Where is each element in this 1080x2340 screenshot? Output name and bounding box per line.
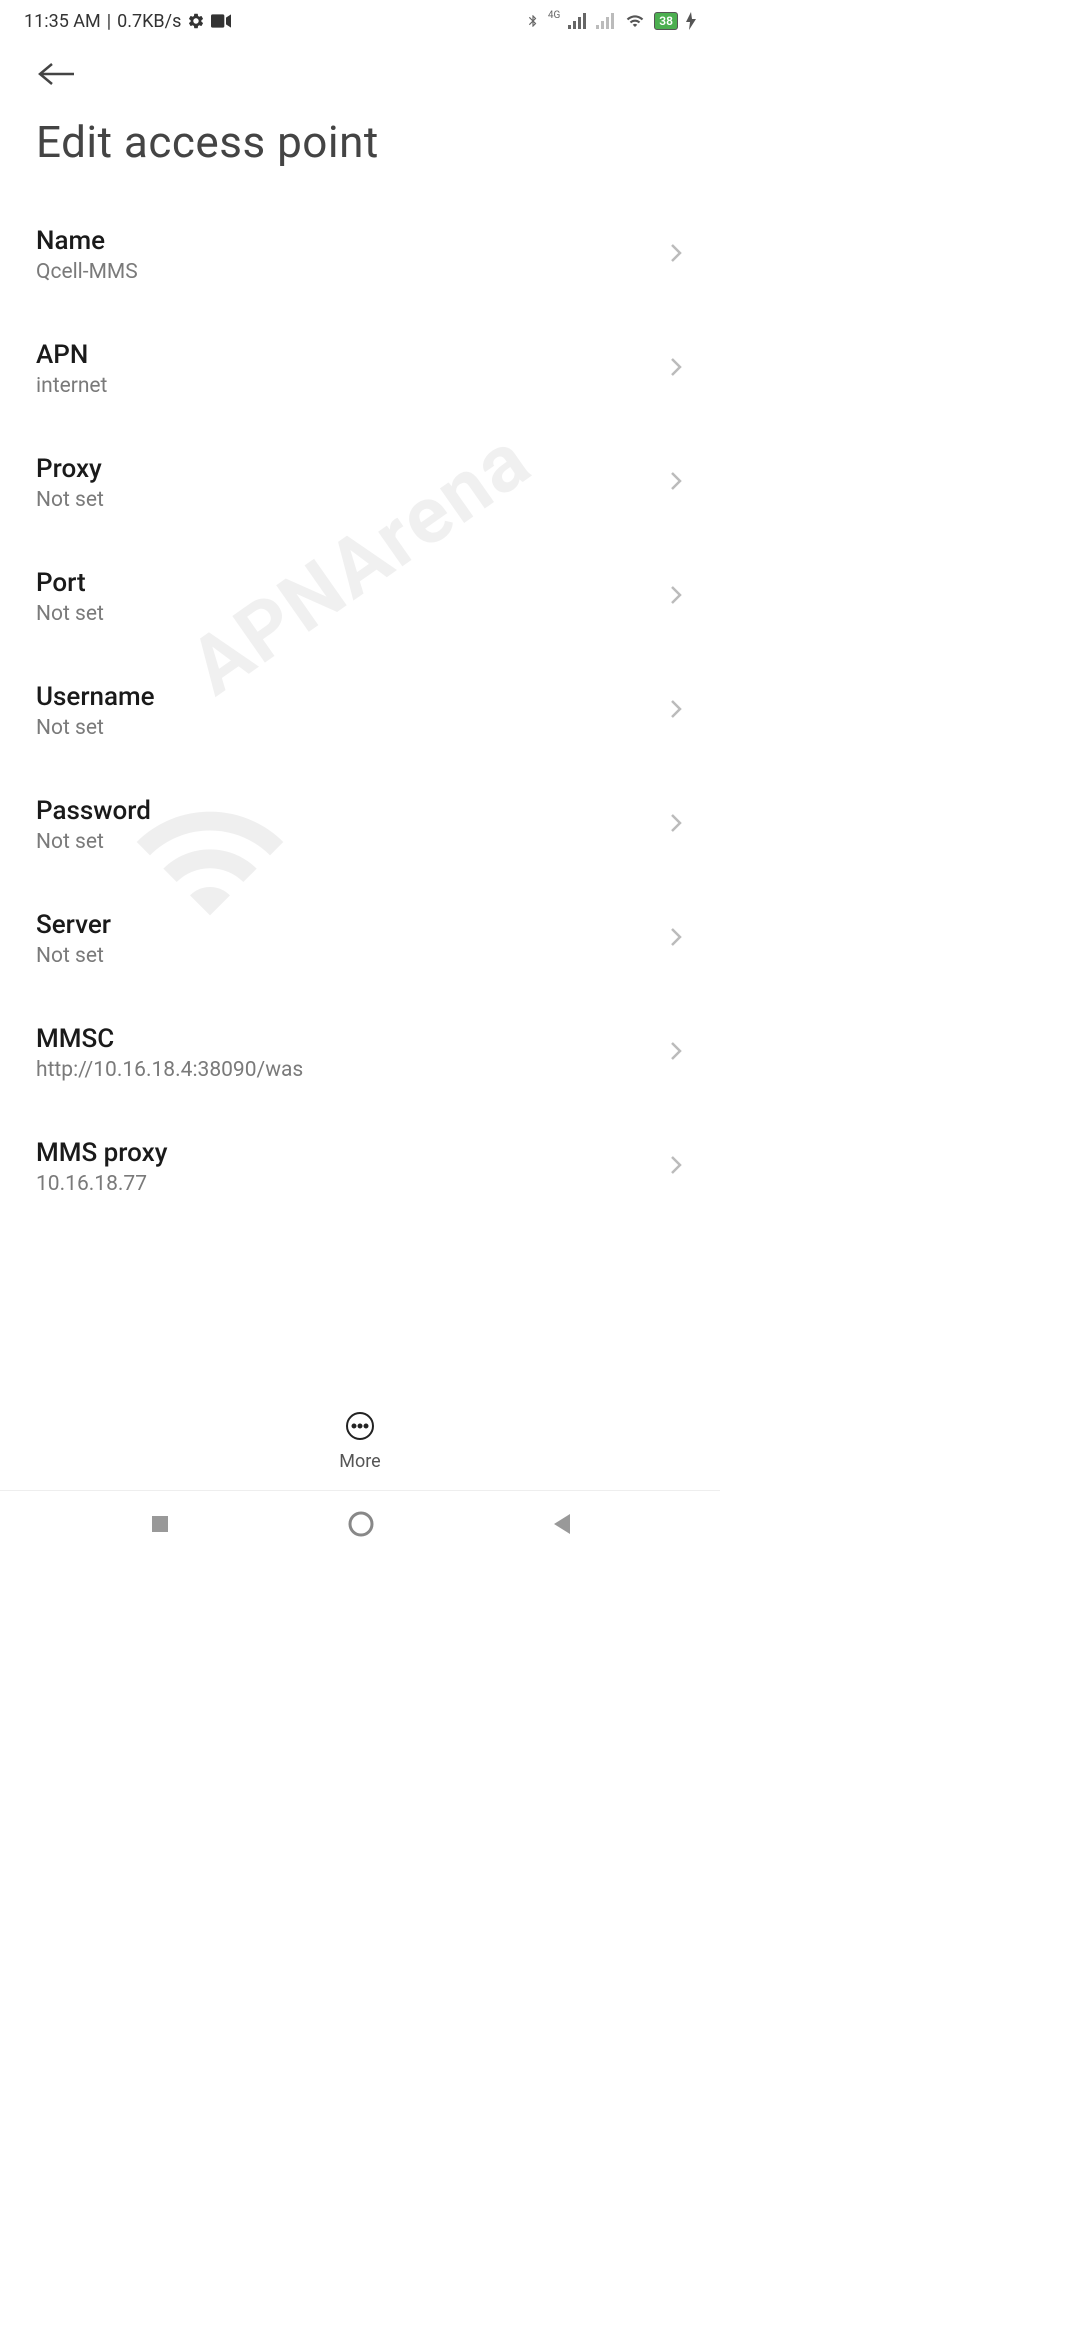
chevron-right-icon (668, 583, 684, 611)
more-label: More (339, 1451, 380, 1472)
setting-label: Name (36, 226, 138, 256)
status-right: 4G 38 (526, 11, 696, 31)
chevron-right-icon (668, 811, 684, 839)
nav-bar (0, 1490, 720, 1560)
more-icon (345, 1411, 375, 1445)
nav-home-icon[interactable] (347, 1510, 375, 1542)
signal-1-icon (568, 13, 588, 29)
status-bar: 11:35 AM | 0.7KB/s 4G 38 (0, 0, 720, 42)
nav-recent-icon[interactable] (148, 1512, 172, 1540)
chevron-right-icon (668, 1039, 684, 1067)
chevron-right-icon (668, 469, 684, 497)
nav-back-icon[interactable] (550, 1512, 572, 1540)
setting-value: Not set (36, 830, 151, 854)
more-button[interactable]: More (339, 1411, 380, 1472)
battery-indicator: 38 (654, 12, 678, 30)
status-left: 11:35 AM | 0.7KB/s (24, 11, 231, 32)
back-row (0, 42, 720, 102)
setting-value: Qcell-MMS (36, 260, 138, 284)
setting-value: http://10.16.18.4:38090/was (36, 1058, 303, 1082)
setting-server[interactable]: Server Not set (36, 882, 684, 996)
network-type: 4G (548, 10, 560, 21)
setting-mmsc[interactable]: MMSC http://10.16.18.4:38090/was (36, 996, 684, 1110)
setting-value: internet (36, 374, 107, 398)
chevron-right-icon (668, 697, 684, 725)
setting-apn[interactable]: APN internet (36, 312, 684, 426)
setting-port[interactable]: Port Not set (36, 540, 684, 654)
chevron-right-icon (668, 925, 684, 953)
setting-value: Not set (36, 716, 155, 740)
setting-label: Port (36, 568, 104, 598)
setting-name[interactable]: Name Qcell-MMS (36, 198, 684, 312)
setting-proxy[interactable]: Proxy Not set (36, 426, 684, 540)
status-data-rate: 0.7KB/s (117, 11, 181, 32)
charging-icon (686, 12, 696, 30)
bluetooth-icon (526, 11, 540, 31)
setting-password[interactable]: Password Not set (36, 768, 684, 882)
chevron-right-icon (668, 355, 684, 383)
setting-value: 10.16.18.77 (36, 1172, 167, 1196)
back-icon[interactable] (38, 73, 78, 92)
setting-value: Not set (36, 602, 104, 626)
setting-value: Not set (36, 488, 104, 512)
camera-icon (211, 14, 231, 28)
chevron-right-icon (668, 1153, 684, 1181)
page-title: Edit access point (0, 102, 720, 198)
setting-label: Server (36, 910, 111, 940)
gear-icon (187, 12, 205, 30)
setting-label: Proxy (36, 454, 104, 484)
setting-label: MMS proxy (36, 1138, 167, 1168)
setting-username[interactable]: Username Not set (36, 654, 684, 768)
signal-2-icon (596, 13, 616, 29)
setting-label: APN (36, 340, 107, 370)
setting-label: Password (36, 796, 151, 826)
setting-label: MMSC (36, 1024, 303, 1054)
setting-label: Username (36, 682, 155, 712)
setting-value: Not set (36, 944, 111, 968)
status-separator: | (107, 11, 111, 32)
wifi-icon (624, 12, 646, 30)
status-time: 11:35 AM (24, 11, 101, 32)
setting-mms-proxy[interactable]: MMS proxy 10.16.18.77 (36, 1110, 684, 1224)
settings-list: Name Qcell-MMS APN internet Proxy Not se… (0, 198, 720, 1224)
chevron-right-icon (668, 241, 684, 269)
bottom-toolbar: More (0, 1401, 720, 1482)
